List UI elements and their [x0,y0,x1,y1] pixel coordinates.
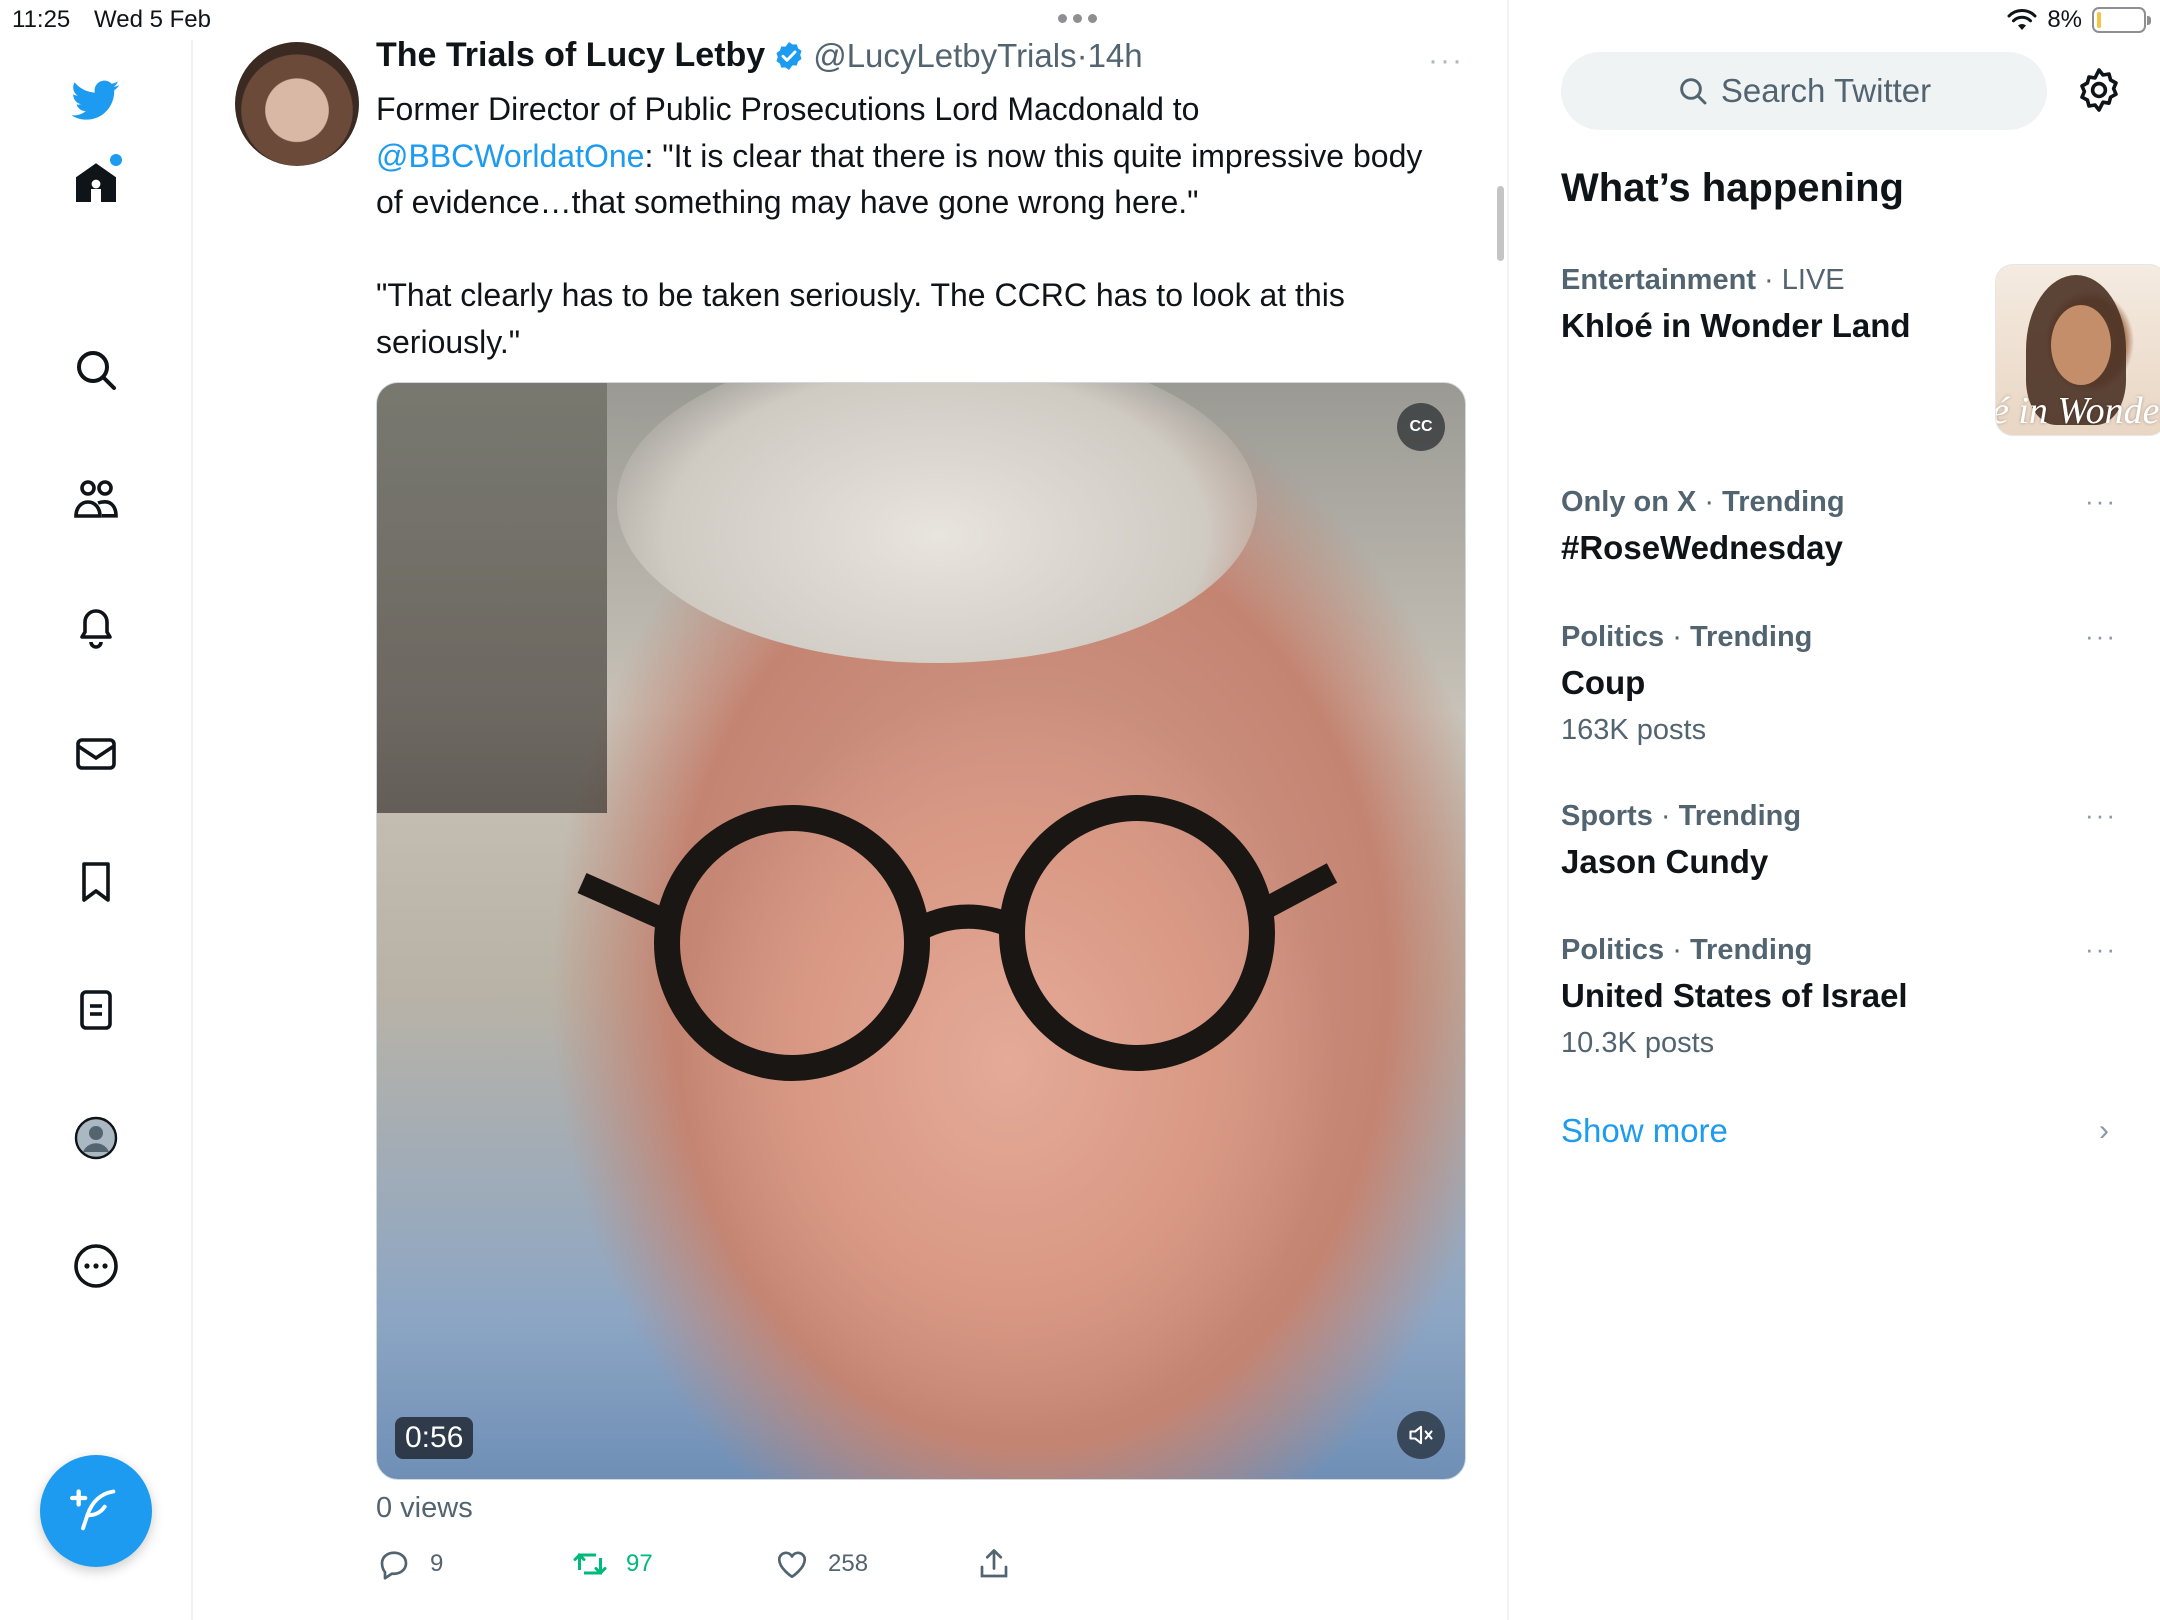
heart-icon [777,1551,807,1579]
trend-meta: Politics · Trending [1561,621,1813,653]
trend-more-button[interactable]: ··· [2085,800,2117,831]
reply-icon [380,1551,408,1580]
share-icon [980,1549,1008,1578]
envelope-icon [76,738,116,770]
left-nav [0,40,193,1620]
nav-notifications[interactable] [66,596,126,656]
retweet-icon [573,1553,607,1575]
mute-button[interactable] [1397,1411,1445,1459]
status-time: 11:25 [12,6,71,33]
nav-profile[interactable] [66,1108,126,1168]
video-figure-hair [617,383,1257,663]
like-button[interactable]: 258 [774,1546,868,1582]
compose-tweet-button[interactable] [40,1455,152,1567]
verified-badge-icon [776,41,802,70]
nav-messages[interactable] [66,724,126,784]
thumbnail-caption: é in Wonder L [1996,390,2160,432]
tweet-time[interactable]: 14h [1088,37,1143,75]
show-more-link[interactable]: Show more [1561,1112,1728,1150]
search-placeholder: Search Twitter [1720,72,1932,109]
reply-button[interactable]: 9 [376,1546,443,1582]
trend-title: Coup [1561,664,1646,701]
nav-communities[interactable] [66,468,126,528]
tweet-text: Former Director of Public Prosecutions L… [376,86,1436,365]
trend-title: United States of Israel [1561,977,1908,1014]
trend-meta: Only on X · Trending [1561,486,1845,518]
video-background [377,383,607,813]
nav-lists[interactable] [66,980,126,1040]
author-avatar[interactable] [235,42,359,166]
video-duration: 0:56 [395,1417,474,1459]
communities-icon [74,480,118,518]
trend-post-count: 10.3K posts [1561,1027,1715,1059]
gear-icon[interactable] [2075,66,2123,114]
twitter-logo-icon[interactable] [66,70,126,130]
trend-title: Jason Cundy [1561,843,1769,880]
trend-item[interactable]: Politics · Trending Coup 163K posts ··· [1561,621,2121,747]
closed-captions-button[interactable]: CC [1397,403,1445,451]
like-count: 258 [828,1550,869,1577]
search-icon [1680,78,1707,105]
reply-count: 9 [430,1550,444,1577]
retweet-count: 97 [626,1550,653,1577]
view-count: 0 views [376,1492,473,1524]
trend-meta: Sports · Trending [1561,800,1802,832]
list-icon [80,990,112,1030]
right-sidebar: Search Twitter What’s happening Entertai… [1509,0,2160,1620]
search-icon [77,351,116,390]
tweet-more-button[interactable]: ··· [1428,44,1464,78]
trend-title: #RoseWednesday [1561,529,1843,566]
trend-item[interactable]: Entertainment · LIVE Khloé in Wonder Lan… [1561,264,2160,436]
author-handle[interactable]: @LucyLetbyTrials [813,37,1076,75]
tweet-actions: 9 97 258 [376,1546,1076,1590]
trend-post-count: 163K posts [1561,714,1707,746]
trend-item[interactable]: Only on X · Trending #RoseWednesday ··· [1561,486,2121,567]
scrollbar-thumb[interactable] [1497,186,1504,261]
trend-meta: Politics · Trending [1561,934,1813,966]
retweet-button[interactable]: 97 [572,1546,653,1582]
mention-link[interactable]: @BBCWorldatOne [376,138,644,174]
more-circle-icon [74,1244,118,1288]
nav-explore[interactable] [66,340,126,400]
author-name[interactable]: The Trials of Lucy Letby [376,36,765,75]
chevron-right-icon: › [2099,1114,2109,1147]
tweet-header: The Trials of Lucy Letby @LucyLetbyTrial… [376,36,1143,75]
trend-more-button[interactable]: ··· [2085,934,2117,965]
home-notification-dot [110,154,122,166]
header-separator: · [1076,36,1088,74]
tweet-video[interactable]: CC 0:56 [376,382,1466,1480]
tweet-column: The Trials of Lucy Letby @LucyLetbyTrial… [193,0,1509,1620]
nav-more[interactable] [66,1236,126,1296]
bell-icon [80,609,112,649]
tweet-text-part1: Former Director of Public Prosecutions L… [376,91,1200,127]
speaker-muted-icon [1409,1425,1433,1445]
trend-item[interactable]: Politics · Trending United States of Isr… [1561,934,2121,1060]
trend-thumbnail: é in Wonder L [1995,264,2160,436]
feather-plus-icon [70,1489,116,1531]
bookmark-icon [82,862,110,902]
whats-happening-title: What’s happening [1561,166,1904,210]
video-figure-glasses [577,795,1338,1081]
trend-item[interactable]: Sports · Trending Jason Cundy ··· [1561,800,2121,881]
nav-bookmarks[interactable] [66,852,126,912]
trend-more-button[interactable]: ··· [2085,621,2117,652]
share-button[interactable] [976,1546,1012,1582]
nav-home[interactable] [66,152,126,212]
search-input[interactable]: Search Twitter [1561,52,2047,130]
trend-more-button[interactable]: ··· [2085,486,2117,517]
profile-avatar-icon [74,1116,118,1160]
